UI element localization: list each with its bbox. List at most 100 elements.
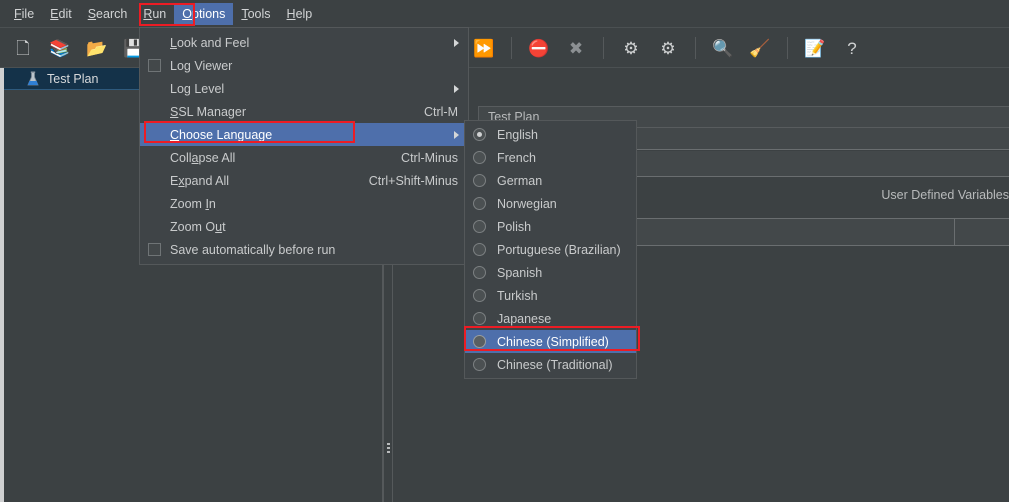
menubar-item-help[interactable]: Help [279,3,321,25]
choose-language-submenu: English French German Norwegian Polish Portug… [464,120,637,379]
menu-item-shortcut: Ctrl-Minus [401,150,458,165]
language-item-french[interactable]: French [465,146,636,169]
toolbar-separator [511,37,512,59]
radio-button-icon[interactable] [473,128,486,141]
language-item-label: Spanish [497,265,543,280]
function-helper-icon[interactable]: 📝 [802,35,828,61]
templates-icon-glyph: 📚 [49,38,71,58]
options-dropdown-menu: Look and Feel Log Viewer Log Level SSL Mana… [139,27,469,265]
language-item-label: Chinese (Traditional) [497,357,613,372]
language-item-norwegian[interactable]: Norwegian [465,192,636,215]
radio-button-icon[interactable] [473,197,486,210]
language-item-japanese[interactable]: Japanese [465,307,636,330]
radio-button-icon[interactable] [473,151,486,164]
test-plan-flask-icon [26,71,40,87]
language-item-portuguese-brazilian[interactable]: Portuguese (Brazilian) [465,238,636,261]
language-item-chinese-traditional[interactable]: Chinese (Traditional) [465,353,636,376]
templates-icon[interactable]: 📚 [47,35,73,61]
toolbar-separator [603,37,604,59]
options-menu-item-expand-all[interactable]: Expand All Ctrl+Shift-Minus [140,169,468,192]
options-menu-item-zoom-out[interactable]: Zoom Out [140,215,468,238]
open-icon[interactable]: 📂 [84,35,110,61]
search-icon[interactable]: 🔍 [710,35,736,61]
menubar-item-search[interactable]: Search [80,3,136,25]
menu-item-label: Collapse All [170,150,236,165]
checkbox-icon[interactable] [148,243,161,256]
start-no-pause-icon[interactable]: ⏩ [471,35,497,61]
radio-button-icon[interactable] [473,312,486,325]
language-item-label: French [497,150,536,165]
language-item-label: German [497,173,543,188]
menu-item-label: Log Viewer [170,58,233,73]
reset-search-icon[interactable]: 🧹 [747,35,773,61]
radio-button-icon[interactable] [473,289,486,302]
menubar-item-options[interactable]: Options [174,2,234,25]
clear-all-icon-glyph: ⚙ [660,38,676,58]
options-menu-item-look-and-feel[interactable]: Look and Feel [140,31,468,54]
open-icon-glyph: 📂 [86,38,108,58]
jmeter-window: FileEditSearchRunOptionsToolsHelp 🗋📚📂💾✂⧉… [0,0,1009,502]
language-item-english[interactable]: English [465,123,636,146]
function-helper-icon-glyph: 📝 [804,38,826,58]
menu-item-shortcut: Ctrl+Shift-Minus [368,173,458,188]
language-item-spanish[interactable]: Spanish [465,261,636,284]
language-item-label: Portuguese (Brazilian) [497,242,621,257]
submenu-arrow-icon [454,85,459,93]
options-menu-item-collapse-all[interactable]: Collapse All Ctrl-Minus [140,146,468,169]
options-menu-item-log-level[interactable]: Log Level [140,77,468,100]
radio-button-icon[interactable] [473,358,486,371]
language-item-chinese-simplified[interactable]: Chinese (Simplified) [465,330,636,353]
clear-all-icon[interactable]: ⚙ [655,35,681,61]
help-icon-glyph: ? [847,38,857,58]
stop-icon[interactable]: ⛔ [526,35,552,61]
stop-icon-glyph: ⛔ [528,38,550,58]
language-item-label: Chinese (Simplified) [497,334,609,349]
toolbar-separator [787,37,788,59]
menubar-item-file[interactable]: File [6,3,42,25]
shutdown-icon-glyph: ✖ [568,38,584,58]
options-menu-item-log-viewer[interactable]: Log Viewer [140,54,468,77]
options-menu-item-choose-language[interactable]: Choose Language [140,123,468,146]
options-menu-item-save-automatically-before-run[interactable]: Save automatically before run [140,238,468,261]
shutdown-icon[interactable]: ✖ [563,35,589,61]
submenu-arrow-icon [454,39,459,47]
options-menu-item-zoom-in[interactable]: Zoom In [140,192,468,215]
new-icon-glyph: 🗋 [16,38,30,58]
menu-item-label: Look and Feel [170,35,250,50]
language-item-turkish[interactable]: Turkish [465,284,636,307]
menu-item-shortcut: Ctrl-M [423,104,458,119]
menu-item-label: Zoom In [170,196,216,211]
splitter-grip[interactable] [387,443,390,455]
new-icon[interactable]: 🗋 [10,35,36,61]
radio-button-icon[interactable] [473,335,486,348]
clear-icon-glyph: ⚙ [623,38,639,58]
menubar-item-tools[interactable]: Tools [233,3,278,25]
menu-bar: File Edit Search Run Options Tools Help [0,0,1009,28]
radio-button-icon[interactable] [473,174,486,187]
radio-button-icon[interactable] [473,243,486,256]
clear-icon[interactable]: ⚙ [618,35,644,61]
menu-item-label: Choose Language [170,127,273,142]
tree-node-label: Test Plan [47,71,99,86]
menubar-item-edit[interactable]: Edit [42,3,80,25]
help-icon[interactable]: ? [839,35,865,61]
menu-item-label: Zoom Out [170,219,226,234]
reset-search-icon-glyph: 🧹 [749,38,771,58]
menu-item-label: Log Level [170,81,225,96]
menubar-item-run[interactable]: Run [135,3,174,25]
language-item-label: English [497,127,538,142]
menu-item-label: Save automatically before run [170,242,336,257]
options-menu-item-ssl-manager[interactable]: SSL Manager Ctrl-M [140,100,468,123]
menu-item-label: Expand All [170,173,230,188]
language-item-polish[interactable]: Polish [465,215,636,238]
radio-button-icon[interactable] [473,266,486,279]
language-item-label: Norwegian [497,196,557,211]
checkbox-icon[interactable] [148,59,161,72]
language-item-german[interactable]: German [465,169,636,192]
start-no-pause-icon-glyph: ⏩ [473,38,495,58]
user-defined-variables-label: User Defined Variables [881,188,1009,202]
toolbar-separator [695,37,696,59]
menu-item-label: SSL Manager [170,104,246,119]
radio-button-icon[interactable] [473,220,486,233]
search-icon-glyph: 🔍 [712,38,734,58]
